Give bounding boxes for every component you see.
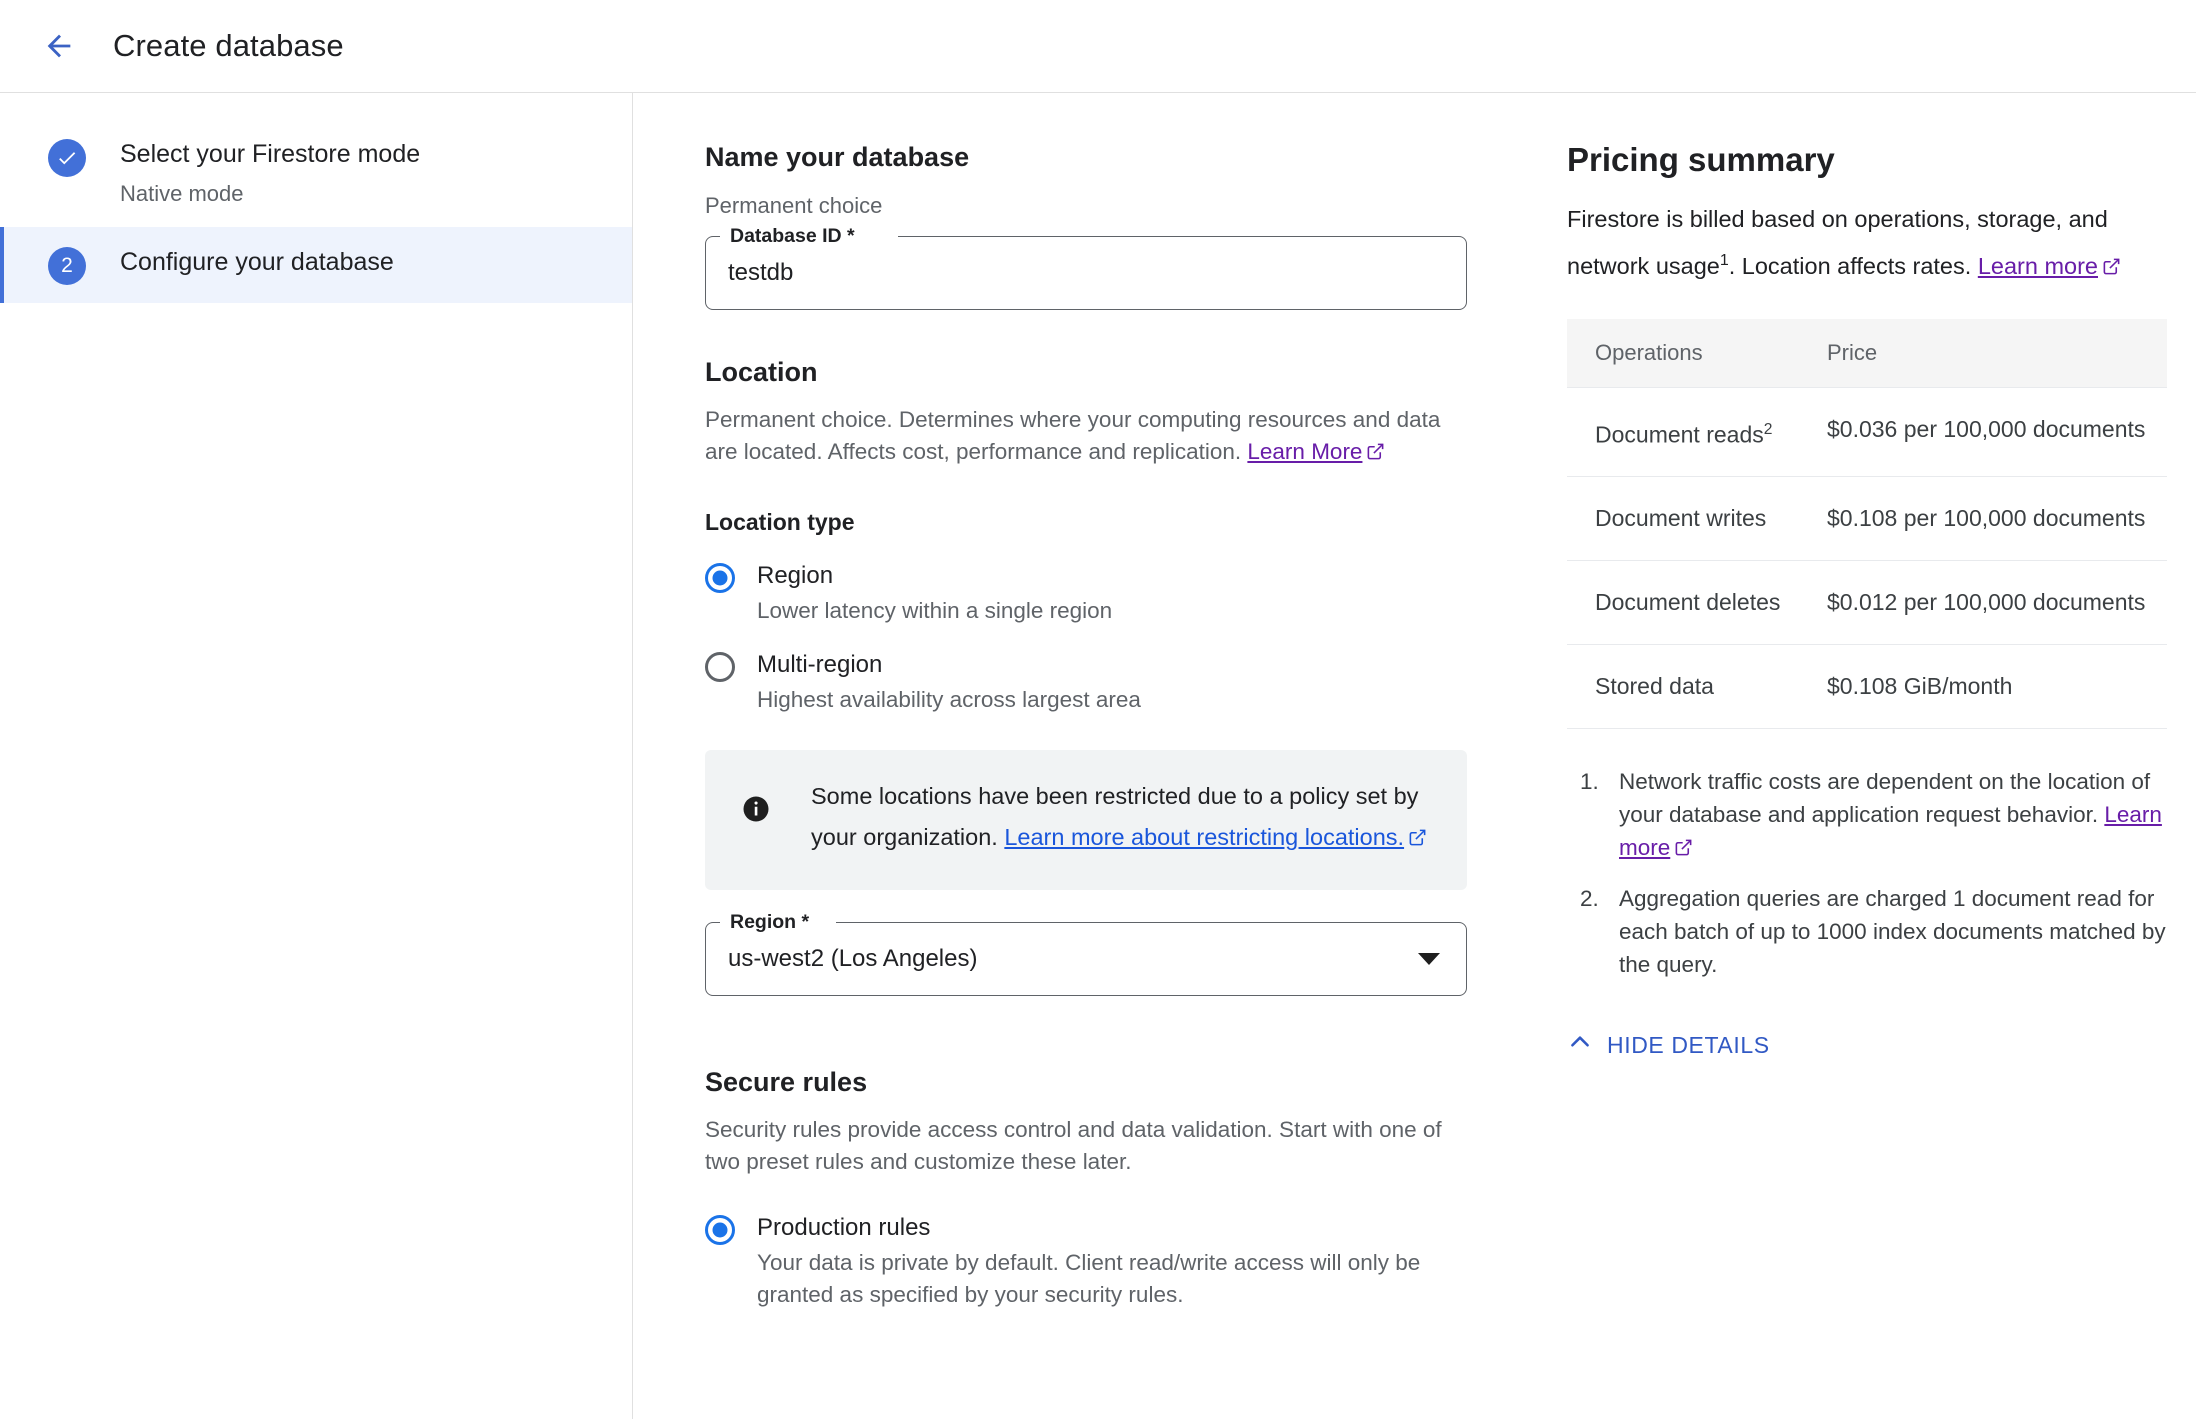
table-header-row: Operations Price [1567,319,2167,388]
chevron-down-icon[interactable] [1418,953,1440,965]
banner-text: Some locations have been restricted due … [811,776,1437,860]
page-title: Create database [113,28,344,64]
footnote-item: Network traffic costs are dependent on t… [1567,765,2167,866]
pricing-intro-mid: . Location affects rates. [1729,253,1978,279]
restricting-locations-link[interactable]: Learn more about restricting locations. [1004,824,1404,850]
pricing-intro-text: Firestore is billed based on operations,… [1567,199,2167,289]
radio-option-multi-region[interactable]: Multi-region Highest availability across… [705,649,1467,716]
table-row: Document writes $0.108 per 100,000 docum… [1567,477,2167,561]
cell-operation: Stored data [1567,645,1799,729]
step-label: Select your Firestore mode [120,137,420,171]
cell-operation: Document deletes [1567,561,1799,645]
cell-price: $0.108 per 100,000 documents [1799,477,2167,561]
chevron-up-icon [1567,1029,1593,1061]
radio-label: Region [757,560,1112,591]
database-id-field[interactable]: Database ID * testdb [705,236,1467,310]
operation-name: Document reads [1595,421,1764,447]
cell-price: $0.012 per 100,000 documents [1799,561,2167,645]
location-type-heading: Location type [705,506,1467,538]
column-header-operations: Operations [1567,319,1799,388]
restricted-locations-banner: Some locations have been restricted due … [705,750,1467,890]
arrow-left-icon [42,29,76,63]
cell-operation: Document reads2 [1567,387,1799,477]
sidebar-item-configure-your-database[interactable]: 2 Configure your database [0,227,632,303]
radio-option-production-rules[interactable]: Production rules Your data is private by… [705,1212,1467,1311]
footnote-text: Network traffic costs are dependent on t… [1619,769,2150,827]
hide-details-label: HIDE DETAILS [1607,1032,1770,1059]
radio-option-region[interactable]: Region Lower latency within a single reg… [705,560,1467,627]
radio-sublabel: Your data is private by default. Client … [757,1247,1467,1311]
database-id-input[interactable]: testdb [728,258,793,288]
pricing-footnotes: Network traffic costs are dependent on t… [1567,765,2167,981]
step-label: Configure your database [120,245,394,279]
pricing-summary-panel: Pricing summary Firestore is billed base… [1467,139,2196,1419]
footnote-ref-2: 2 [1764,421,1773,438]
external-link-icon [1674,833,1693,866]
footnote-text: Aggregation queries are charged 1 docume… [1619,886,2166,977]
cell-price: $0.036 per 100,000 documents [1799,387,2167,477]
check-icon [56,147,78,169]
location-section-desc: Permanent choice. Determines where your … [705,404,1467,470]
radio-label: Production rules [757,1212,1467,1243]
table-row: Document deletes $0.012 per 100,000 docu… [1567,561,2167,645]
secure-rules-title: Secure rules [705,1064,1467,1100]
hide-details-button[interactable]: HIDE DETAILS [1567,1029,1770,1061]
back-button[interactable] [31,18,87,74]
column-header-price: Price [1799,319,2167,388]
database-id-label: Database ID * [726,223,859,249]
cell-price: $0.108 GiB/month [1799,645,2167,729]
pricing-footnote-ref-1: 1 [1720,252,1729,269]
secure-rules-desc: Security rules provide access control an… [705,1114,1467,1178]
external-link-icon [1366,438,1385,470]
radio-label: Multi-region [757,649,1141,680]
region-label: Region * [726,909,813,935]
pricing-table: Operations Price Document reads2 $0.036 … [1567,319,2167,730]
external-link-icon [1408,819,1427,860]
wizard-stepper: Select your Firestore mode Native mode 2… [0,93,633,1419]
pricing-learn-more-link[interactable]: Learn more [1978,253,2098,279]
radio-sublabel: Highest availability across largest area [757,684,1141,716]
step-number-marker: 2 [48,247,86,285]
table-row: Stored data $0.108 GiB/month [1567,645,2167,729]
step-complete-marker [48,139,86,177]
location-learn-more-link[interactable]: Learn More [1247,439,1362,464]
external-link-icon [2102,248,2121,289]
multi-region-radio[interactable] [705,652,735,682]
region-select[interactable]: Region * us-west2 (Los Angeles) [705,922,1467,996]
pricing-summary-title: Pricing summary [1567,139,2167,181]
footnote-item: Aggregation queries are charged 1 docume… [1567,882,2167,981]
step-sublabel: Native mode [120,179,420,209]
region-selected-value: us-west2 (Los Angeles) [728,944,977,974]
cell-operation: Document writes [1567,477,1799,561]
sidebar-item-select-firestore-mode[interactable]: Select your Firestore mode Native mode [0,119,632,227]
radio-sublabel: Lower latency within a single region [757,595,1112,627]
region-radio[interactable] [705,563,735,593]
app-header: Create database [0,0,2196,93]
production-rules-radio[interactable] [705,1215,735,1245]
permanent-choice-note: Permanent choice [705,192,1467,220]
info-icon [741,794,771,829]
name-section-title: Name your database [705,139,1467,175]
location-section-title: Location [705,354,1467,390]
configure-database-form: Name your database Permanent choice Data… [705,139,1467,1419]
table-row: Document reads2 $0.036 per 100,000 docum… [1567,387,2167,477]
